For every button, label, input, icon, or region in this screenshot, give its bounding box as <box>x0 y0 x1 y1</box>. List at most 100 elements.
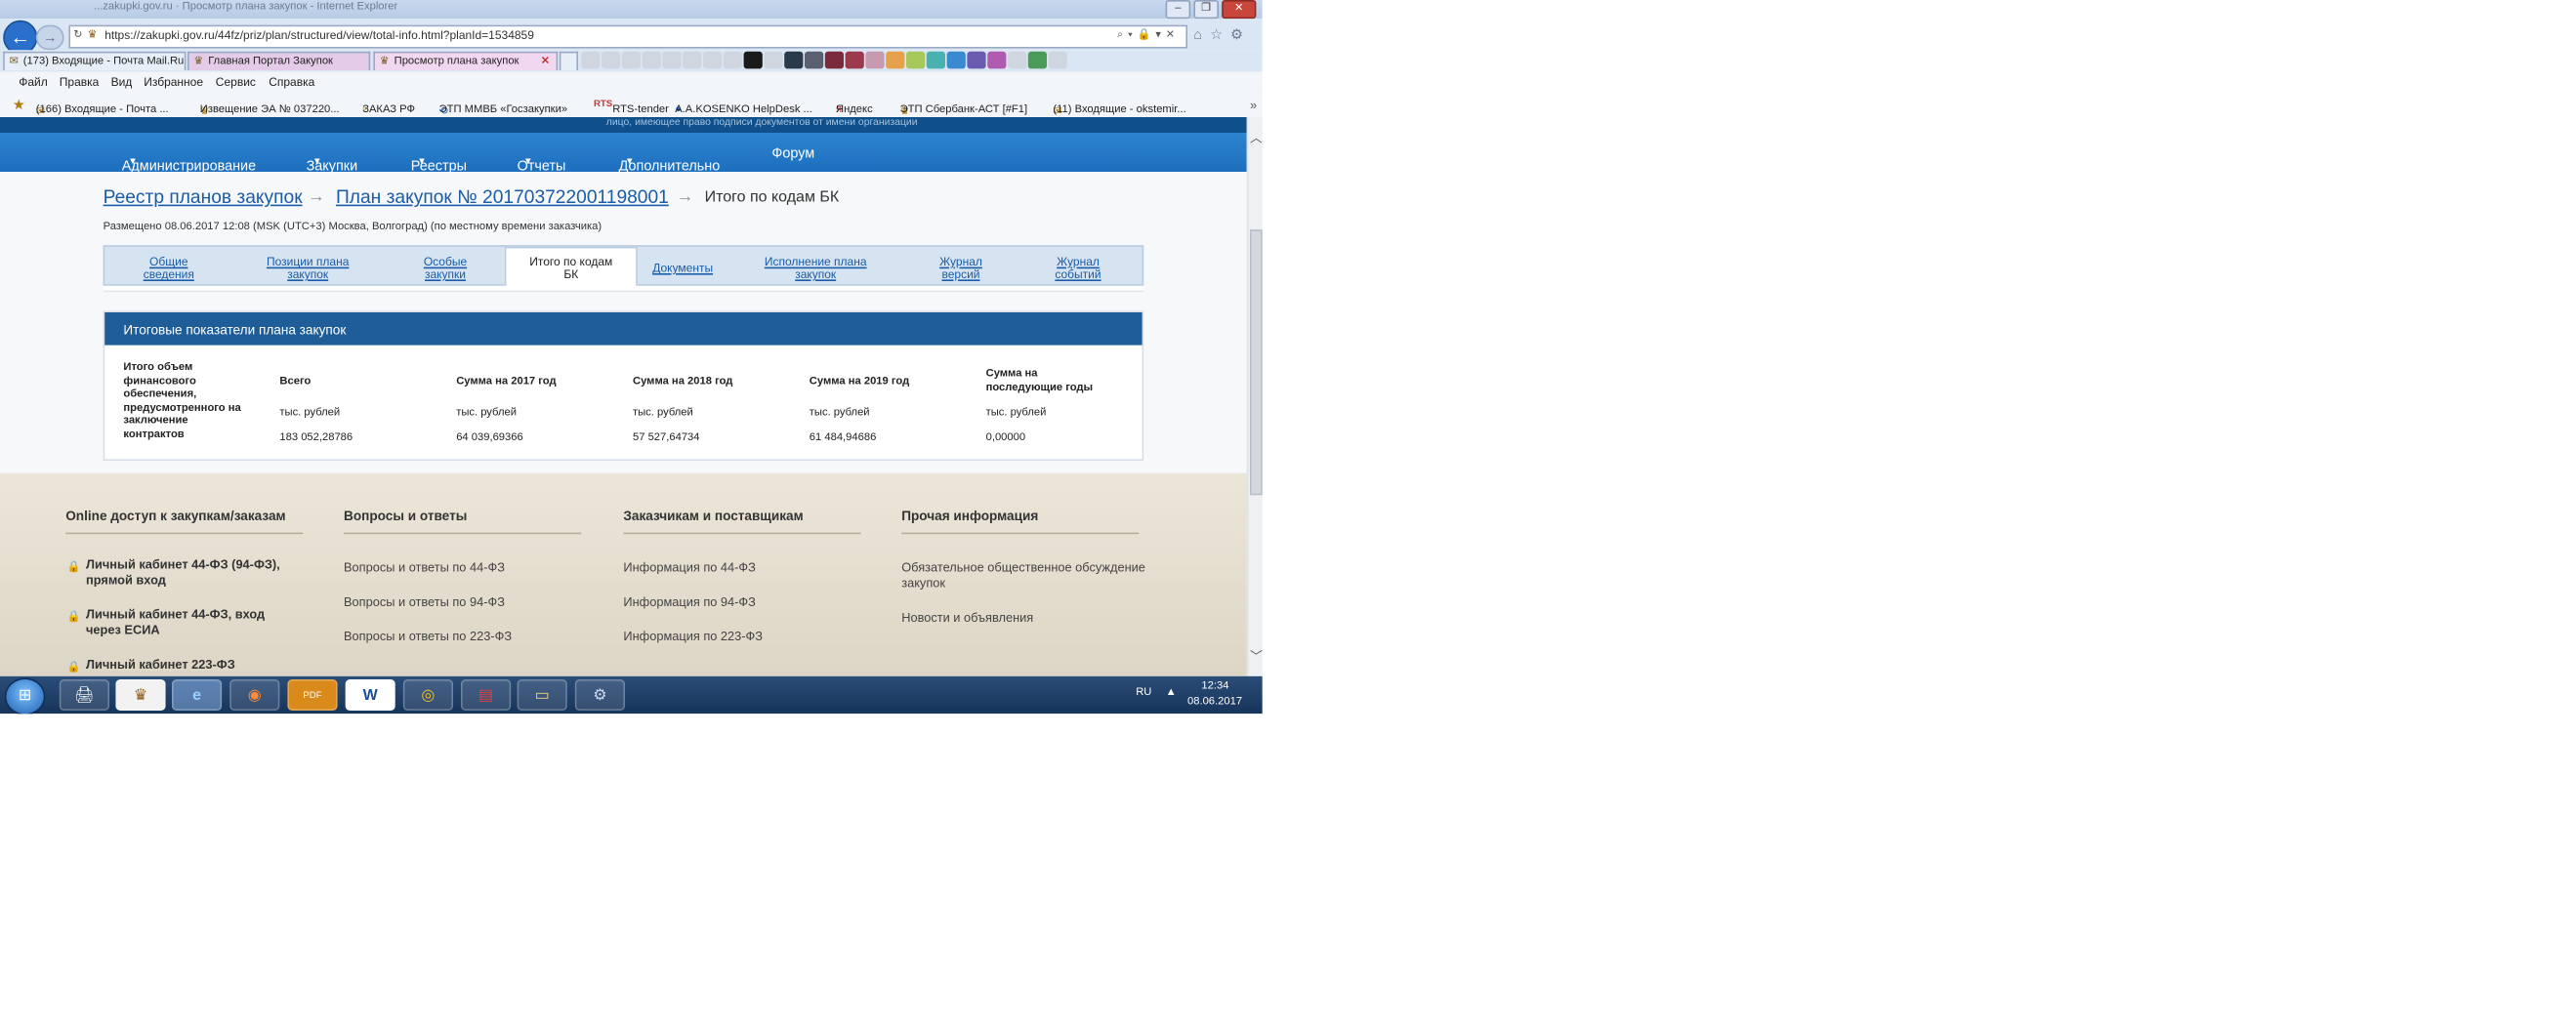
footer-link-cabinet-esia[interactable]: Личный кабинет 44-ФЗ, вход через ЕСИА <box>86 607 273 638</box>
tab-special[interactable]: Особые закупки <box>398 256 492 281</box>
tab-documents[interactable]: Документы <box>641 262 725 275</box>
col-header-total: Всего <box>279 376 312 388</box>
close-window-icon[interactable]: ✕ <box>1222 0 1257 20</box>
footer-divider <box>344 532 582 535</box>
close-tab-icon[interactable]: ✕ <box>541 53 550 70</box>
page-footer: Online доступ к закупкам/заказам 🔒 Личны… <box>0 472 1247 676</box>
footer-link-discussion[interactable]: Обязательное общественное обсуждение зак… <box>901 560 1159 592</box>
footer-divider <box>901 532 1140 535</box>
scroll-thumb[interactable] <box>1250 229 1263 496</box>
minimize-icon[interactable]: – <box>1165 0 1191 20</box>
vertical-scrollbar[interactable]: ︿ ﹀ <box>1246 117 1263 676</box>
breadcrumb-arrow-icon: → <box>308 187 325 207</box>
footer-link-info-44[interactable]: Информация по 44-ФЗ <box>623 560 756 576</box>
address-bar[interactable]: ↻ ♛ https://zakupki.gov.ru/44fz/priz/pla… <box>68 24 1187 49</box>
lock-icon: 🔒 <box>66 612 81 624</box>
favorites-bar: ★ ✉ (166) Входящие - Почта ... ♛ Извещен… <box>0 92 1263 119</box>
taskbar-folder-icon[interactable]: ▭ <box>517 679 567 711</box>
fav-5[interactable]: RTS RTS-tender <box>594 99 669 115</box>
taskbar-emblem-icon[interactable]: ♛ <box>115 679 166 711</box>
tray-chevron-icon[interactable]: ▲ <box>1166 687 1177 698</box>
chevron-down-icon: ▼ <box>625 157 635 168</box>
favorites-star-icon[interactable]: ★ <box>13 97 25 114</box>
col-header-later: Сумма на последующие годы <box>985 368 1094 393</box>
placement-date: Размещено 08.06.2017 12:08 (MSK (UTC+3) … <box>103 222 602 233</box>
gear-icon[interactable]: ⚙ <box>1230 26 1251 42</box>
window-title: ...zakupki.gov.ru · Просмотр плана закуп… <box>94 1 398 13</box>
favorites-star-icon[interactable]: ☆ <box>1210 26 1230 42</box>
col-unit-2019: тыс. рублей <box>809 407 870 419</box>
home-icon[interactable]: ⌂ <box>1193 26 1210 42</box>
menu-tools[interactable]: Сервис <box>216 75 256 89</box>
start-button[interactable]: ⊞ <box>4 677 46 715</box>
chevron-right-icon[interactable]: » <box>1250 99 1257 112</box>
url-text[interactable]: https://zakupki.gov.ru/44fz/priz/plan/st… <box>104 28 534 42</box>
scroll-up-icon[interactable]: ︿ <box>1250 130 1263 147</box>
language-indicator[interactable]: RU <box>1136 687 1151 698</box>
footer-link-qa-223[interactable]: Вопросы и ответы по 223-ФЗ <box>344 630 512 645</box>
footer-link-cabinet-44[interactable]: Личный кабинет 44-ФЗ (94-ФЗ), прямой вхо… <box>86 557 320 589</box>
breadcrumb-registry[interactable]: Реестр планов закупок <box>104 185 303 207</box>
address-tools-icons[interactable]: ⌕▾🔒▾✕ <box>1117 28 1180 42</box>
taskbar-chrome-icon[interactable]: ◎ <box>402 679 453 711</box>
footer-link-info-94[interactable]: Информация по 94-ФЗ <box>623 595 756 611</box>
clock-time[interactable]: 12:34 <box>1201 681 1228 692</box>
col-unit-total: тыс. рублей <box>279 407 341 419</box>
menu-edit[interactable]: Правка <box>60 75 100 89</box>
tab-execution[interactable]: Исполнение плана закупок <box>748 256 883 281</box>
col-header-2017: Сумма на 2017 год <box>456 376 557 388</box>
blurred-tabs <box>581 51 1067 69</box>
breadcrumb-plan[interactable]: План закупок № 201703722001198001 <box>336 185 669 207</box>
browser-tab-plan[interactable]: ♛ Просмотр плана закупок ✕ <box>373 51 559 70</box>
site-emblem-icon: ♛ <box>87 29 98 41</box>
col-value-2018: 57 527,64734 <box>633 432 700 444</box>
maximize-icon[interactable]: ❐ <box>1193 0 1219 20</box>
tab-versions-log[interactable]: Журнал версий <box>922 256 1000 281</box>
col-unit-2018: тыс. рублей <box>633 407 693 419</box>
taskbar-tool-icon[interactable]: ⚙ <box>574 679 625 711</box>
tab-total-bk[interactable]: Итого по кодам БК <box>504 246 638 291</box>
footer-link-qa-44[interactable]: Вопросы и ответы по 44-ФЗ <box>344 560 505 576</box>
forward-button[interactable]: → <box>35 24 64 51</box>
tab-positions[interactable]: Позиции плана закупок <box>242 256 373 281</box>
taskbar-firefox-icon[interactable]: ◉ <box>229 679 280 711</box>
footer-link-cabinet-223[interactable]: Личный кабинет 223-ФЗ <box>86 658 320 674</box>
tab-general[interactable]: Общие сведения <box>125 256 213 281</box>
taskbar-internet-explorer-icon[interactable]: e <box>172 679 223 711</box>
taskbar-pdf-icon[interactable]: PDF <box>287 679 338 711</box>
footer-link-info-223[interactable]: Информация по 223-ФЗ <box>623 630 763 645</box>
footer-link-news[interactable]: Новости и объявления <box>901 611 1033 627</box>
footer-link-qa-94[interactable]: Вопросы и ответы по 94-ФЗ <box>344 595 505 611</box>
nav-forum[interactable]: Форум <box>771 145 814 161</box>
tab-events-log[interactable]: Журнал событий <box>1039 256 1117 281</box>
new-tab-button[interactable] <box>559 51 578 70</box>
chevron-down-icon: ▼ <box>417 157 427 168</box>
refresh-icon[interactable]: ↻ <box>73 28 82 40</box>
footer-title-other: Прочая информация <box>901 508 1039 523</box>
breadcrumb-current: Итого по кодам БК <box>704 188 840 207</box>
menu-file[interactable]: Файл <box>19 75 48 89</box>
menu-view[interactable]: Вид <box>111 75 133 89</box>
clock-date[interactable]: 08.06.2017 <box>1187 697 1242 708</box>
screenshot: ...zakupki.gov.ru · Просмотр плана закуп… <box>0 0 1263 715</box>
mail-icon: ✉ <box>9 56 19 67</box>
panel-title: Итоговые показатели плана закупок <box>123 321 347 338</box>
page-top-band: лицо, имеющее право подписи документов о… <box>0 117 1247 133</box>
taskbar-flag-icon[interactable]: ▤ <box>461 679 512 711</box>
rts-logo: RTS <box>594 100 613 109</box>
breadcrumb-arrow-icon: → <box>676 187 694 207</box>
scroll-down-icon[interactable]: ﹀ <box>1250 648 1263 666</box>
col-unit-2017: тыс. рублей <box>456 407 517 419</box>
col-value-2017: 64 039,69366 <box>456 432 523 444</box>
menu-favorites[interactable]: Избранное <box>144 75 203 89</box>
lock-icon: 🔒 <box>66 662 81 674</box>
browser-tab-mail[interactable]: ✉ (173) Входящие - Почта Mail.Ru <box>3 51 187 70</box>
taskbar-explorer-icon[interactable]: 🖨 <box>59 679 109 711</box>
browser-tab-portal[interactable]: ♛ Главная Портал Закупок <box>187 51 371 70</box>
menu-help[interactable]: Справка <box>269 75 314 89</box>
browser-tools[interactable]: ⌂☆⚙ <box>1193 26 1251 44</box>
col-value-2019: 61 484,94686 <box>809 432 877 444</box>
footer-title-customers: Заказчикам и поставщикам <box>623 508 804 523</box>
footer-divider <box>65 532 304 535</box>
taskbar-word-icon[interactable]: W <box>345 679 395 711</box>
